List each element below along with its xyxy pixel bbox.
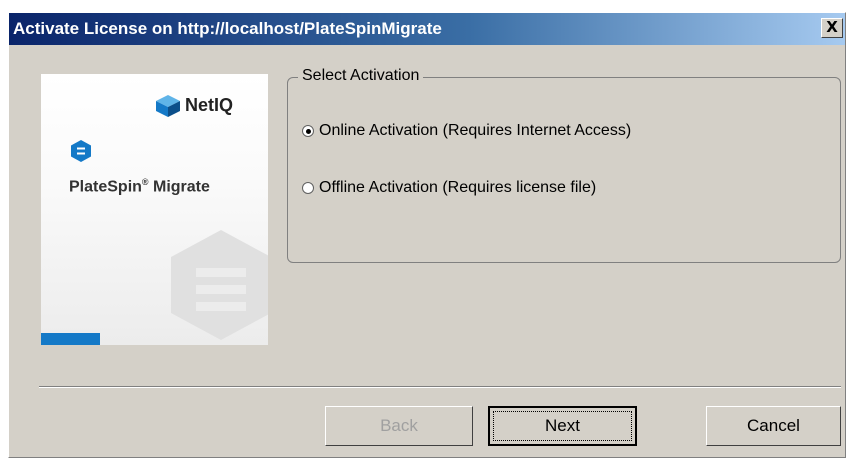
- online-activation-option[interactable]: Online Activation (Requires Internet Acc…: [302, 122, 631, 140]
- window-title: Activate License on http://localhost/Pla…: [13, 19, 442, 38]
- product-name: PlateSpin® Migrate: [69, 177, 210, 196]
- offline-activation-option[interactable]: Offline Activation (Requires license fil…: [302, 179, 596, 197]
- next-button[interactable]: Next: [488, 406, 637, 446]
- online-activation-label[interactable]: Online Activation (Requires Internet Acc…: [319, 122, 631, 140]
- back-button[interactable]: Back: [325, 406, 473, 446]
- offline-activation-radio[interactable]: [302, 182, 314, 194]
- product-logo-panel: NetIQ PlateSpin® Migrate: [41, 74, 268, 345]
- online-activation-radio[interactable]: [302, 125, 314, 137]
- cancel-button[interactable]: Cancel: [706, 406, 841, 446]
- watermark-hex-icon: [171, 230, 268, 340]
- netiq-cube-icon: [156, 95, 180, 117]
- brand-accent-bar: [41, 333, 100, 345]
- netiq-wordmark: NetIQ: [185, 95, 234, 115]
- activate-license-dialog: Activate License on http://localhost/Pla…: [8, 12, 846, 458]
- footer-separator: [39, 386, 841, 388]
- netiq-logo: NetIQ: [155, 94, 265, 120]
- title-bar[interactable]: Activate License on http://localhost/Pla…: [9, 13, 845, 45]
- select-activation-group: Select Activation Online Activation (Req…: [287, 67, 841, 263]
- offline-activation-label[interactable]: Offline Activation (Requires license fil…: [319, 179, 596, 197]
- group-label: Select Activation: [298, 67, 424, 85]
- platespin-hex-icon: [71, 140, 91, 162]
- close-button[interactable]: X: [821, 18, 843, 38]
